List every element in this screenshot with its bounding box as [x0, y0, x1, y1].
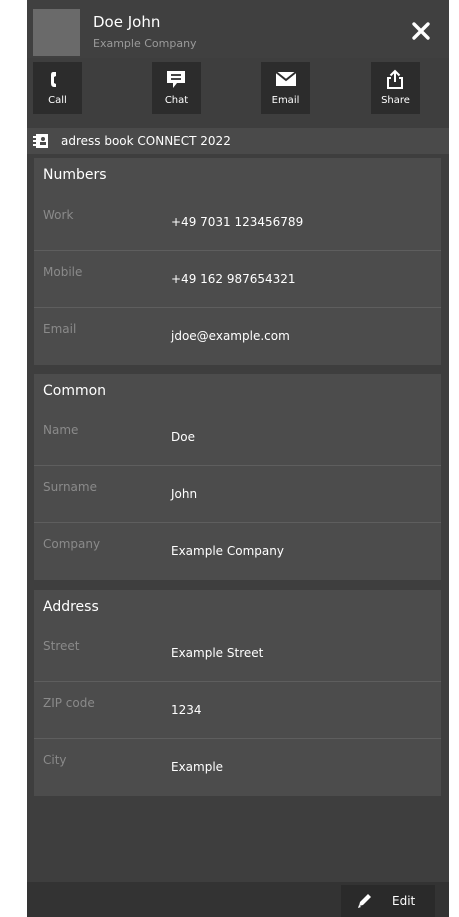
- field-label: Street: [43, 639, 80, 653]
- field-value: Doe: [171, 430, 195, 444]
- envelope-icon: [275, 71, 297, 86]
- field-value[interactable]: +49 162 987654321: [171, 272, 296, 286]
- call-label: Call: [48, 95, 67, 106]
- row-email: Email jdoe@example.com: [34, 308, 441, 365]
- row-surname: Surname John: [34, 466, 441, 523]
- common-section: Common Name Doe Surname John Company Exa…: [34, 374, 441, 580]
- field-label: Company: [43, 537, 101, 551]
- contact-company: Example Company: [93, 37, 197, 50]
- field-label: Surname: [43, 480, 97, 494]
- field-label: Email: [43, 322, 77, 336]
- edit-label: Edit: [392, 894, 416, 908]
- field-label: Name: [43, 423, 79, 437]
- chat-label: Chat: [164, 95, 189, 106]
- share-button[interactable]: Share: [371, 62, 420, 114]
- chat-icon: [167, 71, 185, 88]
- edit-button[interactable]: Edit: [341, 885, 435, 917]
- row-zip: ZIP code 1234: [34, 682, 441, 739]
- row-work: Work +49 7031 123456789: [34, 194, 441, 251]
- contact-header: Doe John Example Company: [27, 0, 449, 58]
- call-button[interactable]: Call: [33, 62, 82, 114]
- share-icon: [387, 69, 403, 89]
- field-value: Example Street: [171, 646, 264, 660]
- row-city: City Example: [34, 739, 441, 796]
- field-value: John: [171, 487, 198, 501]
- pencil-icon: [358, 894, 371, 908]
- phone-icon: [51, 72, 56, 87]
- field-label: Work: [43, 208, 74, 222]
- share-label: Share: [381, 95, 410, 106]
- action-bar: Call Chat Email Share: [27, 62, 449, 114]
- numbers-section: Numbers Work +49 7031 123456789 Mobile +…: [34, 158, 441, 365]
- contact-name: Doe John: [93, 13, 161, 31]
- field-value: Example: [171, 760, 224, 774]
- section-title-address: Address: [43, 599, 99, 615]
- row-street: Street Example Street: [34, 625, 441, 682]
- avatar: [33, 9, 80, 56]
- contact-detail-panel: Doe John Example Company Call Chat Email…: [27, 0, 449, 917]
- field-value: Example Company: [171, 544, 284, 558]
- row-company: Company Example Company: [34, 523, 441, 580]
- address-section: Address Street Example Street ZIP code 1…: [34, 590, 441, 796]
- row-mobile: Mobile +49 162 987654321: [34, 251, 441, 308]
- row-name: Name Doe: [34, 409, 441, 466]
- address-book-icon: [33, 134, 48, 148]
- address-book-label: adress book CONNECT 2022: [61, 134, 231, 148]
- footer-bar: Edit: [27, 882, 449, 917]
- email-button[interactable]: Email: [261, 62, 310, 114]
- address-book-bar: adress book CONNECT 2022: [27, 128, 449, 154]
- section-title-numbers: Numbers: [43, 167, 107, 183]
- email-label: Email: [271, 95, 300, 106]
- close-icon: [412, 22, 430, 40]
- field-value[interactable]: jdoe@example.com: [171, 329, 290, 343]
- close-button[interactable]: [410, 20, 432, 42]
- field-value[interactable]: +49 7031 123456789: [171, 215, 303, 229]
- field-value: 1234: [171, 703, 202, 717]
- section-title-common: Common: [43, 383, 107, 399]
- field-label: Mobile: [43, 265, 83, 279]
- chat-button[interactable]: Chat: [152, 62, 201, 114]
- field-label: City: [43, 753, 67, 767]
- field-label: ZIP code: [43, 696, 95, 710]
